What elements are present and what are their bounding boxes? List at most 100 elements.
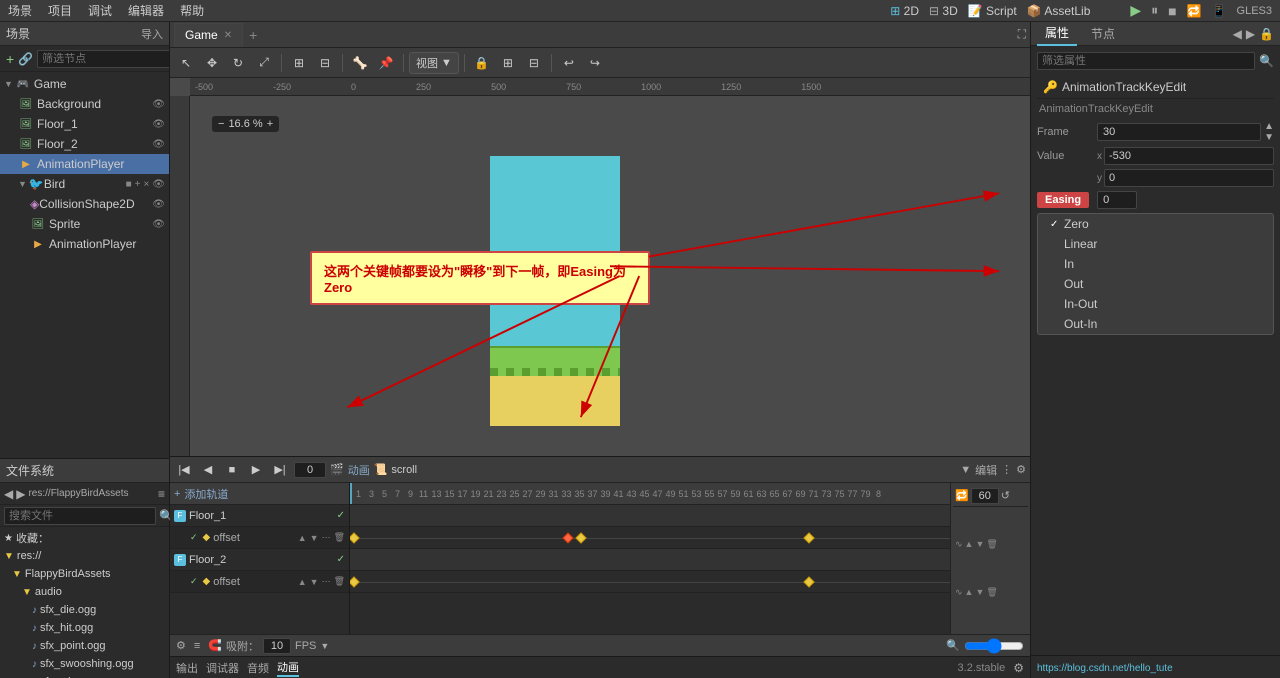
next-btn[interactable]: ▶ xyxy=(16,487,25,501)
floor1-key-60[interactable] xyxy=(803,532,814,543)
filter-nodes-input[interactable] xyxy=(37,50,169,68)
nav-script[interactable]: 📝 Script xyxy=(968,4,1017,18)
easing-option-zero[interactable]: ✓ Zero xyxy=(1038,214,1273,234)
fps-chevron[interactable]: ▼ xyxy=(320,641,329,651)
sfx-hit[interactable]: ♪ sfx_hit.ogg xyxy=(0,619,169,637)
right-next-btn[interactable]: ▶ xyxy=(1246,27,1255,41)
group-btn[interactable]: ⊞ xyxy=(496,51,520,75)
floor1-down-btn[interactable]: ▼ xyxy=(310,533,319,543)
file-list-toggle[interactable]: ≡ xyxy=(158,487,165,501)
audio-folder[interactable]: ▼ audio xyxy=(0,583,169,601)
add-track-label[interactable]: 添加轨道 xyxy=(184,486,228,502)
sfx-point[interactable]: ♪ sfx_point.ogg xyxy=(0,637,169,655)
stop-btn[interactable]: ■ xyxy=(1168,3,1176,19)
f1-down-btn[interactable]: ▼ xyxy=(975,539,984,549)
tl-edit-label[interactable]: 编辑 xyxy=(975,462,997,478)
frame-up-btn[interactable]: ▲▼ xyxy=(1261,121,1274,143)
lock-btn[interactable]: 🔒 xyxy=(470,51,494,75)
bookmarks-item[interactable]: ★ 收藏： xyxy=(0,529,169,547)
frame-input[interactable] xyxy=(1097,123,1261,141)
visibility-icon[interactable]: 👁 xyxy=(152,99,165,110)
tl-skip-end[interactable]: ▶| xyxy=(270,460,290,480)
floor2-up-btn[interactable]: ▲ xyxy=(298,577,307,587)
easing-option-in-out[interactable]: In-Out xyxy=(1038,294,1273,314)
right-prev-btn[interactable]: ◀ xyxy=(1233,27,1242,41)
tree-node-background[interactable]: 🖼 Background 👁 xyxy=(0,94,169,114)
tl-zoom-slider[interactable] xyxy=(964,639,1024,653)
scene-header-import[interactable]: 导入 xyxy=(141,26,163,42)
sfx-wing[interactable]: ♪ sfx_wing.ogg xyxy=(0,673,169,678)
snap-magnet-icon[interactable]: 🧲 xyxy=(208,639,222,652)
bird-ctrl2[interactable]: + xyxy=(135,179,141,190)
tree-node-animplayer2[interactable]: ▶ AnimationPlayer xyxy=(0,234,169,254)
tree-node-animplayer1[interactable]: ▶ AnimationPlayer xyxy=(0,154,169,174)
prop-filter-input[interactable] xyxy=(1037,52,1255,70)
floor2-offset-check[interactable]: ✓ xyxy=(190,576,198,587)
view-menu-btn[interactable]: 视图 ▼ xyxy=(409,52,459,74)
tree-node-floor2[interactable]: 🖼 Floor_2 👁 xyxy=(0,134,169,154)
tl-position-input[interactable] xyxy=(294,462,326,478)
prev-btn[interactable]: ◀ xyxy=(4,487,13,501)
snap-value-input[interactable] xyxy=(263,638,291,654)
floor1-offset-lane[interactable] xyxy=(350,527,950,549)
prop-filter-search-icon[interactable]: 🔍 xyxy=(1259,54,1274,68)
tab-close-btn[interactable]: ✕ xyxy=(224,30,232,41)
value-y-input[interactable] xyxy=(1104,169,1274,187)
tl-options-btn[interactable]: ▼ xyxy=(960,464,971,476)
add-track-btn[interactable]: + xyxy=(174,488,180,500)
scale-tool[interactable]: ⤢ xyxy=(252,51,276,75)
move-tool[interactable]: ✥ xyxy=(200,51,224,75)
new-tab-btn[interactable]: + xyxy=(245,27,261,43)
easing-option-out[interactable]: Out xyxy=(1038,274,1273,294)
tree-node-floor1[interactable]: 🖼 Floor_1 👁 xyxy=(0,114,169,134)
loop-frame-btn[interactable]: ↺ xyxy=(1001,489,1010,502)
tl-stop[interactable]: ■ xyxy=(222,460,242,480)
loop-btn[interactable]: 🔁 xyxy=(955,489,969,502)
floor2-key-60[interactable] xyxy=(803,576,814,587)
list-icon-bottom[interactable]: ≡ xyxy=(194,640,200,652)
end-frame-input[interactable]: 60 xyxy=(971,488,999,504)
filter-icon-bottom[interactable]: ⚙ xyxy=(176,639,186,652)
nav-2d[interactable]: ⊞ 2D xyxy=(890,4,919,18)
floor1-offset-check[interactable]: ✓ xyxy=(190,532,198,543)
debug-btn[interactable]: 🔁 xyxy=(1187,4,1202,18)
collision-visibility[interactable]: 👁 xyxy=(152,199,165,210)
tl-step-back[interactable]: ◀ xyxy=(198,460,218,480)
right-lock-btn[interactable]: 🔒 xyxy=(1259,27,1274,41)
menu-debug[interactable]: 调试 xyxy=(88,2,112,19)
link-node-btn[interactable]: 🔗 xyxy=(18,52,33,66)
menu-help[interactable]: 帮助 xyxy=(180,2,204,19)
tl-settings-btn[interactable]: ⚙ xyxy=(1016,463,1026,476)
sfx-die[interactable]: ♪ sfx_die.ogg xyxy=(0,601,169,619)
res-item[interactable]: ▼ res:// xyxy=(0,547,169,565)
tree-node-sprite[interactable]: 🖼 Sprite 👁 xyxy=(0,214,169,234)
menu-project[interactable]: 项目 xyxy=(48,2,72,19)
bottom-tab-audio[interactable]: 音频 xyxy=(247,660,269,676)
floor1-key-30[interactable] xyxy=(562,532,573,543)
pin-tool[interactable]: 📌 xyxy=(374,51,398,75)
f1-del-btn[interactable]: 🗑 xyxy=(986,539,997,550)
sfx-swooshing[interactable]: ♪ sfx_swooshing.ogg xyxy=(0,655,169,673)
zoom-plus[interactable]: + xyxy=(267,118,273,130)
grid-tool[interactable]: ⊟ xyxy=(313,51,337,75)
tree-node-bird[interactable]: ▼ 🐦 Bird ■ + × 👁 xyxy=(0,174,169,194)
floor1-edit-btn[interactable]: ⋯ xyxy=(322,532,331,543)
floor1-key-31[interactable] xyxy=(575,532,586,543)
floor2-visibility[interactable]: 👁 xyxy=(152,139,165,150)
nav-3d[interactable]: ⊟ 3D xyxy=(929,4,958,18)
floor2-offset-lane[interactable] xyxy=(350,571,950,593)
easing-option-linear[interactable]: Linear xyxy=(1038,234,1273,254)
select-tool[interactable]: ↖ xyxy=(174,51,198,75)
menu-scene[interactable]: 场景 xyxy=(8,2,32,19)
floor2-down-btn[interactable]: ▼ xyxy=(310,577,319,587)
expand-btn[interactable]: ⛶ xyxy=(1018,27,1026,42)
value-x-input[interactable] xyxy=(1104,147,1274,165)
f1-curve-btn[interactable]: ∿ xyxy=(955,539,963,550)
website-link[interactable]: https://blog.csdn.net/hello_tute xyxy=(1037,663,1173,674)
remote-btn[interactable]: 📱 xyxy=(1212,4,1227,18)
floor2-delete-btn[interactable]: 🗑 xyxy=(334,576,345,587)
pause-btn[interactable]: ⏸ xyxy=(1151,2,1158,19)
floor2-header-lane[interactable] xyxy=(350,549,950,571)
bird-ctrl3[interactable]: × xyxy=(143,179,149,190)
file-search-input[interactable] xyxy=(4,507,156,525)
